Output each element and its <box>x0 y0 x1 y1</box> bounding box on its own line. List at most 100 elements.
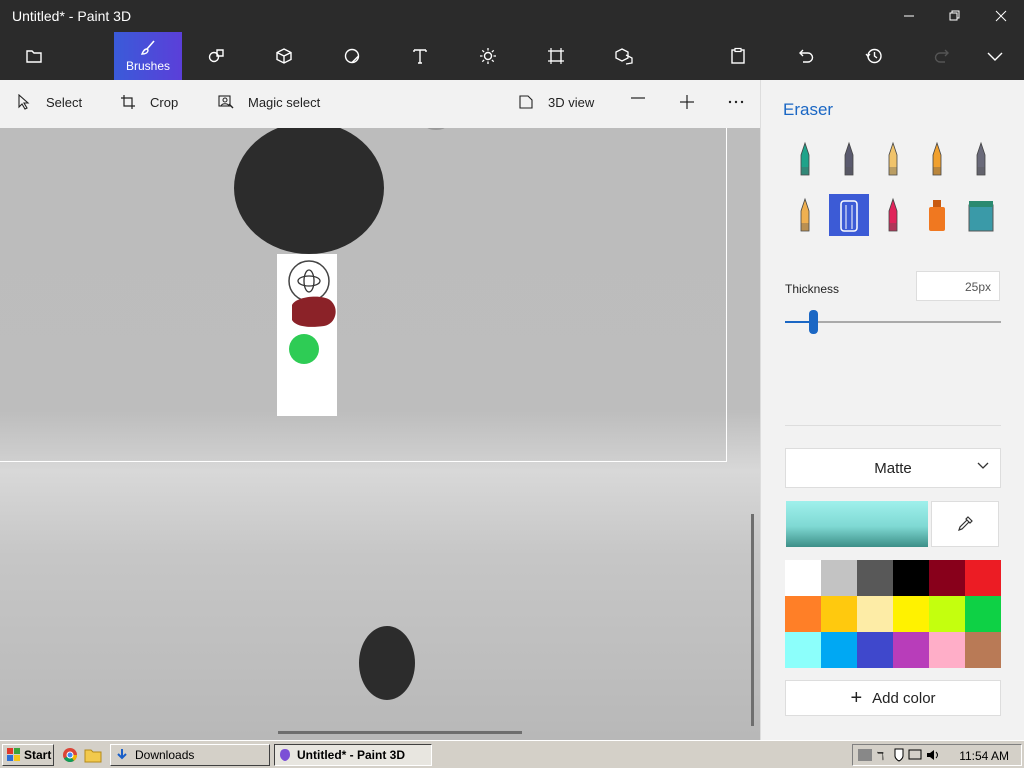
finish-dropdown[interactable]: Matte <box>785 448 1001 488</box>
thickness-slider-thumb[interactable] <box>809 310 818 334</box>
color-swatch[interactable] <box>893 560 929 596</box>
red-brush-stroke <box>292 296 336 327</box>
crop-icon <box>121 95 135 109</box>
effects-tool[interactable] <box>454 32 522 80</box>
3d-library-tool[interactable] <box>590 32 658 80</box>
brush-fill[interactable] <box>961 194 1001 236</box>
minimize-button[interactable] <box>886 0 932 32</box>
stickers-tool[interactable] <box>318 32 386 80</box>
select-label: Select <box>46 94 83 110</box>
color-swatch[interactable] <box>929 596 965 632</box>
color-swatch[interactable] <box>785 560 821 596</box>
brushes-panel: Eraser Thickness 25px Matte + Add color <box>760 80 1024 740</box>
taskbar-paint3d[interactable]: Untitled* - Paint 3D <box>274 744 432 766</box>
zoom-out-button[interactable] <box>630 90 646 106</box>
color-swatch[interactable] <box>965 632 1001 668</box>
brush-oil-brush[interactable] <box>873 138 913 180</box>
history-button[interactable] <box>840 32 908 80</box>
color-swatch[interactable] <box>857 560 893 596</box>
brush-calligraphy-pen[interactable] <box>829 138 869 180</box>
file-explorer-icon[interactable] <box>84 747 102 763</box>
add-color-button[interactable]: + Add color <box>785 680 1001 716</box>
brushes-tool[interactable]: Brushes <box>114 32 182 80</box>
brush-spray-can[interactable] <box>917 194 957 236</box>
restore-button[interactable] <box>932 0 978 32</box>
brush-pixel-pen[interactable] <box>961 138 1001 180</box>
current-color-swatch[interactable] <box>786 501 928 547</box>
brush-pencil[interactable] <box>785 194 825 236</box>
3d-shapes-tool[interactable] <box>250 32 318 80</box>
color-swatch[interactable] <box>821 560 857 596</box>
cube-icon <box>276 48 292 64</box>
tray-icons: ℸ <box>858 748 938 763</box>
2d-shapes-tool[interactable] <box>182 32 250 80</box>
add-color-label: Add color <box>872 689 936 707</box>
3d-view-button[interactable]: 3D view <box>518 94 594 110</box>
green-circle <box>289 334 319 364</box>
system-tray: ℸ 11:54 AM <box>852 744 1022 766</box>
language-icon: ℸ <box>877 750 884 763</box>
color-swatch[interactable] <box>965 596 1001 632</box>
horizontal-scrollbar[interactable] <box>278 731 522 734</box>
taskbar-downloads[interactable]: Downloads <box>110 744 270 766</box>
minus-icon <box>631 97 645 99</box>
start-button[interactable]: Start <box>2 744 54 766</box>
2d-shapes-icon <box>208 49 224 63</box>
color-swatch[interactable] <box>929 560 965 596</box>
black-ellipse-3d-object[interactable] <box>234 128 384 254</box>
select-button[interactable]: Select <box>16 94 82 110</box>
color-swatch[interactable] <box>821 632 857 668</box>
crop-button[interactable]: Crop <box>120 94 178 110</box>
rotate-handle-icon[interactable] <box>288 260 330 302</box>
brush-eraser[interactable] <box>829 194 869 236</box>
sun-icon <box>480 48 496 64</box>
color-swatch[interactable] <box>965 560 1001 596</box>
vertical-scrollbar[interactable] <box>751 514 754 726</box>
color-swatch[interactable] <box>857 632 893 668</box>
menu-folder-button[interactable] <box>0 32 68 80</box>
magic-select-button[interactable]: Magic select <box>218 94 320 110</box>
taskbar: Start Downloads Untitled* - Paint 3D ℸ 1… <box>0 740 1024 768</box>
partial-object <box>427 128 445 130</box>
oil-brush-icon <box>888 141 898 176</box>
brush-marker[interactable] <box>785 138 825 180</box>
expand-menu-button[interactable] <box>966 32 1024 80</box>
paste-button[interactable] <box>704 32 772 80</box>
start-label: Start <box>24 748 52 762</box>
title-bar: Untitled* - Paint 3D <box>0 0 1024 32</box>
brush-crayon[interactable] <box>873 194 913 236</box>
magic-select-icon <box>218 95 234 109</box>
sticker-icon <box>344 48 360 64</box>
thickness-input[interactable]: 25px <box>916 271 1000 301</box>
black-oval-3d-object[interactable] <box>359 626 415 700</box>
history-icon <box>865 48 882 64</box>
crop-label: Crop <box>150 94 179 110</box>
workspace[interactable] <box>0 128 760 740</box>
color-swatch[interactable] <box>929 632 965 668</box>
chrome-icon[interactable] <box>62 747 78 763</box>
color-swatch[interactable] <box>785 632 821 668</box>
main-toolbar: Brushes <box>0 32 1024 80</box>
speaker-icon <box>927 750 934 760</box>
close-button[interactable] <box>978 0 1024 32</box>
color-swatch[interactable] <box>821 596 857 632</box>
eyedropper-button[interactable] <box>931 501 999 547</box>
brush-watercolor[interactable] <box>917 138 957 180</box>
undo-button[interactable] <box>772 32 840 80</box>
color-swatch[interactable] <box>893 632 929 668</box>
more-options-button[interactable] <box>728 94 744 110</box>
downloads-label: Downloads <box>135 748 195 762</box>
color-swatch[interactable] <box>785 596 821 632</box>
color-swatch[interactable] <box>893 596 929 632</box>
ellipsis-icon <box>728 100 744 104</box>
windows-logo-icon <box>7 748 20 761</box>
zoom-in-button[interactable] <box>679 94 695 110</box>
color-swatch[interactable] <box>857 596 893 632</box>
canvas-tool[interactable] <box>522 32 590 80</box>
pixel-pen-icon <box>976 141 986 176</box>
clock: 11:54 AM <box>959 749 1009 763</box>
text-tool[interactable] <box>386 32 454 80</box>
thickness-label: Thickness <box>785 282 840 296</box>
plus-icon: + <box>850 686 863 709</box>
crop-canvas-icon <box>548 48 564 64</box>
